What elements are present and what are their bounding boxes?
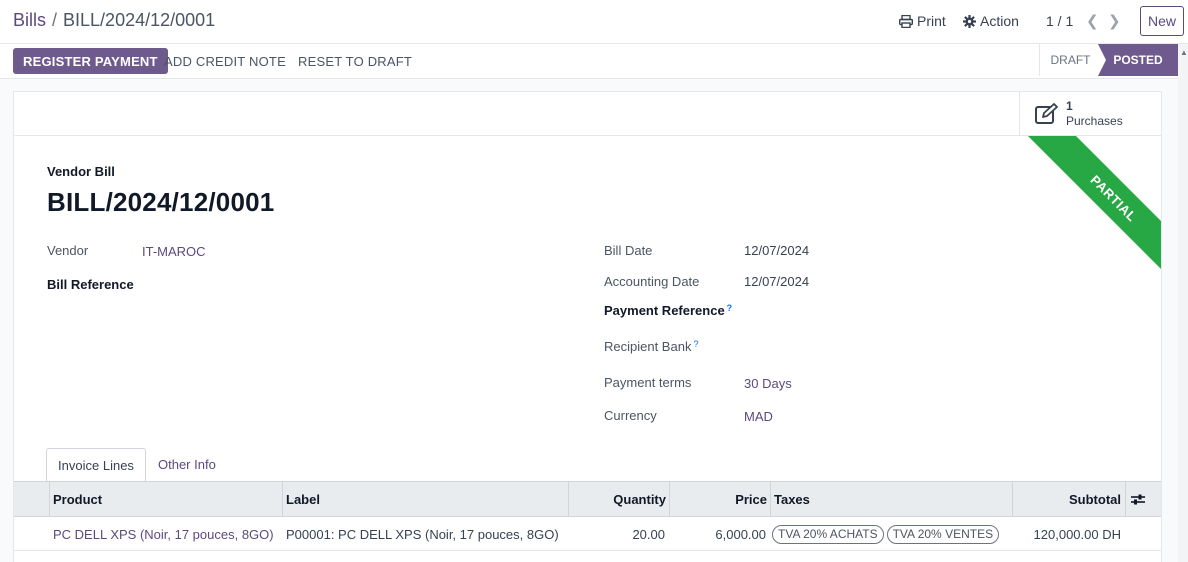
- payment-reference-label: Payment Reference?: [604, 303, 732, 318]
- scroll-up-arrow-icon[interactable]: ▲: [1180, 48, 1188, 57]
- optional-columns-toggle[interactable]: [1130, 482, 1146, 516]
- column-header-price[interactable]: Price: [672, 482, 767, 516]
- column-header-product[interactable]: Product: [53, 482, 102, 516]
- payment-terms-label: Payment terms: [604, 375, 692, 390]
- column-separator: [568, 482, 569, 516]
- breadcrumb-separator: /: [52, 10, 58, 30]
- column-header-label[interactable]: Label: [286, 482, 320, 516]
- column-separator: [669, 482, 670, 516]
- row-price[interactable]: 6,000.00: [672, 517, 766, 551]
- row-label[interactable]: P00001: PC DELL XPS (Noir, 17 pouces, 8G…: [286, 517, 559, 551]
- pager-value[interactable]: 1 / 1: [1046, 13, 1073, 29]
- row-subtotal: 120,000.00 DH: [1033, 526, 1121, 542]
- column-separator: [49, 482, 50, 516]
- print-button[interactable]: Print: [899, 13, 946, 29]
- table-row[interactable]: PC DELL XPS (Noir, 17 pouces, 8GO) P0000…: [14, 517, 1161, 551]
- column-separator: [770, 482, 771, 516]
- column-header-quantity[interactable]: Quantity: [570, 482, 666, 516]
- currency-field[interactable]: MAD: [744, 409, 773, 424]
- purchases-smart-button[interactable]: 1 Purchases: [1019, 92, 1161, 136]
- row-product[interactable]: PC DELL XPS (Noir, 17 pouces, 8GO): [53, 517, 274, 551]
- sliders-icon: [1131, 494, 1145, 504]
- tax-tag[interactable]: TVA 20% ACHATS: [772, 524, 884, 544]
- accounting-date-label: Accounting Date: [604, 274, 700, 289]
- purchases-count: 1: [1066, 99, 1073, 113]
- smart-button-text: 1 Purchases: [1066, 99, 1123, 129]
- gear-icon: [963, 14, 976, 28]
- status-ribbon: PARTIAL: [1021, 136, 1161, 277]
- form-sheet: 1 Purchases PARTIAL Vendor Bill BILL/202…: [13, 91, 1162, 562]
- page-title: BILL/2024/12/0001: [47, 187, 275, 217]
- column-header-taxes[interactable]: Taxes: [774, 482, 810, 516]
- chevron-left-icon[interactable]: ❮: [1086, 12, 1099, 30]
- tab-other-info[interactable]: Other Info: [158, 457, 216, 472]
- accounting-date-field[interactable]: 12/07/2024: [744, 274, 809, 289]
- button-box: 1 Purchases: [14, 92, 1161, 136]
- stage-posted[interactable]: POSTED: [1098, 44, 1178, 76]
- column-header-subtotal[interactable]: Subtotal: [1014, 482, 1121, 516]
- recipient-bank-label: Recipient Bank?: [604, 339, 698, 354]
- payment-reference-text: Payment Reference: [604, 303, 725, 318]
- recipient-bank-text: Recipient Bank: [604, 339, 692, 354]
- vendor-field[interactable]: IT-MAROC: [142, 244, 206, 259]
- purchases-label: Purchases: [1066, 114, 1123, 128]
- row-taxes[interactable]: TVA 20% ACHATS TVA 20% VENTES: [772, 517, 1002, 551]
- tax-tag[interactable]: TVA 20% VENTES: [886, 524, 1000, 544]
- control-panel: Bills / BILL/2024/12/0001 Print Action 1 /…: [0, 0, 1188, 44]
- document-type-label: Vendor Bill: [47, 164, 115, 179]
- help-tooltip-icon[interactable]: ?: [727, 303, 733, 313]
- chevron-right-icon[interactable]: ❯: [1108, 12, 1121, 30]
- action-label: Action: [980, 13, 1019, 29]
- row-quantity[interactable]: 20.00: [570, 517, 665, 551]
- stage-draft[interactable]: DRAFT: [1039, 44, 1101, 76]
- vendor-label: Vendor: [47, 243, 89, 258]
- help-tooltip-icon[interactable]: ?: [693, 339, 698, 349]
- add-credit-note-button[interactable]: ADD CREDIT NOTE: [164, 48, 286, 74]
- currency-label: Currency: [604, 408, 657, 423]
- edit-document-icon: [1035, 103, 1058, 124]
- column-separator: [282, 482, 283, 516]
- print-label: Print: [917, 13, 946, 29]
- column-separator: [1012, 482, 1013, 516]
- reset-to-draft-button[interactable]: RESET TO DRAFT: [298, 48, 412, 74]
- status-bar: REGISTER PAYMENT ADD CREDIT NOTE RESET T…: [0, 44, 1178, 79]
- bill-date-label: Bill Date: [604, 243, 653, 258]
- new-button[interactable]: New: [1140, 6, 1184, 36]
- bill-reference-label: Bill Reference: [47, 277, 134, 292]
- action-button[interactable]: Action: [963, 13, 1019, 29]
- table-header: Product Label Quantity Price Taxes Subto…: [14, 481, 1161, 517]
- breadcrumb-current: BILL/2024/12/0001: [63, 10, 216, 30]
- breadcrumb-bills-link[interactable]: Bills: [13, 10, 46, 30]
- ribbon-label: PARTIAL: [1027, 136, 1161, 277]
- bill-date-field[interactable]: 12/07/2024: [744, 243, 809, 258]
- stage-posted-label: POSTED: [1113, 53, 1163, 67]
- payment-terms-field[interactable]: 30 Days: [744, 376, 792, 391]
- register-payment-button[interactable]: REGISTER PAYMENT: [13, 48, 168, 74]
- column-separator: [1125, 482, 1126, 516]
- breadcrumb: Bills / BILL/2024/12/0001: [13, 10, 215, 31]
- printer-icon: [899, 14, 913, 28]
- scrollbar[interactable]: [1178, 44, 1188, 562]
- tab-invoice-lines[interactable]: Invoice Lines: [46, 448, 146, 482]
